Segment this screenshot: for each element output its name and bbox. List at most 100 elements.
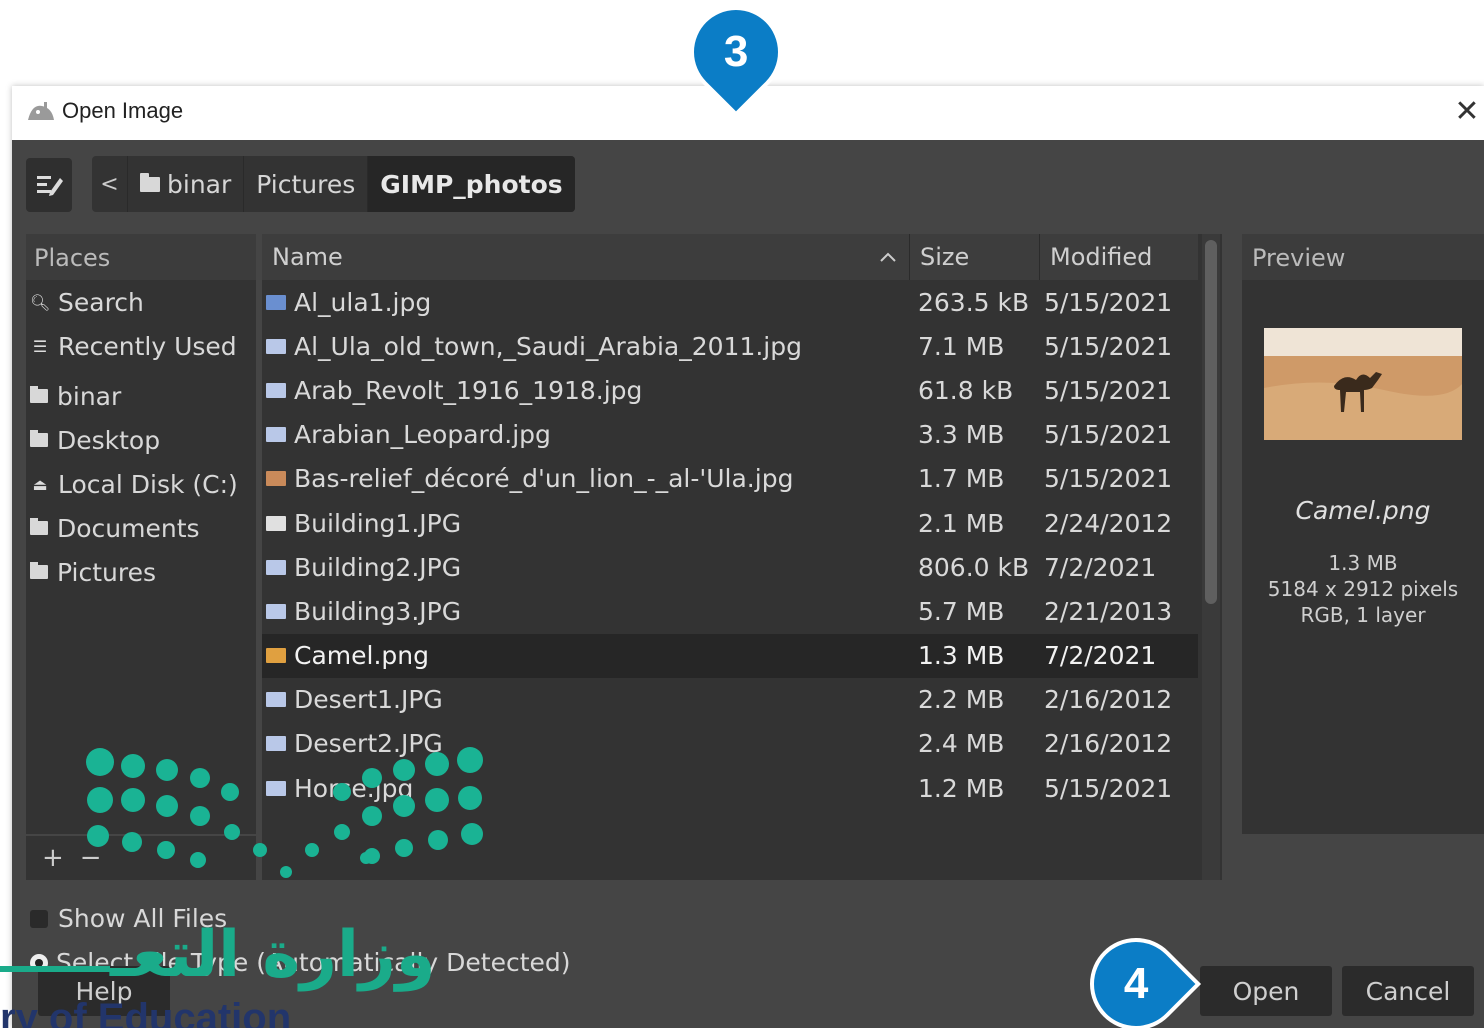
file-modified-cell: 7/2/2021 [1044,552,1157,582]
window-title: Open Image [62,98,184,123]
logo-dot [461,823,483,845]
logo-dot [87,787,113,813]
drive-icon: ⏏ [32,474,48,494]
file-row[interactable]: Al_Ula_old_town,_Saudi_Arabia_2011.jpg 7.… [262,324,1198,368]
logo-dot [86,748,114,776]
preview-panel: Preview Camel.png 1.3 MB 5184 x 2912 pix… [1242,234,1484,834]
image-file-icon [266,515,286,531]
file-size-cell: 61.8 kB [918,375,1014,405]
scrollbar[interactable] [1202,234,1220,880]
logo-dot [221,783,239,801]
edit-location-button[interactable] [26,158,72,212]
place-search[interactable]: 🔍︎ Search [26,280,256,324]
back-button[interactable]: < [92,156,128,212]
file-size-cell: 2.1 MB [918,508,1005,538]
file-size-cell: 2.2 MB [918,685,1005,715]
logo-dot [121,788,145,812]
breadcrumb-gimp-photos[interactable]: GIMP_photos [368,156,575,212]
place-binar[interactable]: binar [26,374,256,418]
file-name-cell: Arab_Revolt_1916_1918.jpg [262,376,910,405]
file-row[interactable]: Building3.JPG 5.7 MB 2/21/2013 [262,589,1198,633]
file-row[interactable]: Arabian_Leopard.jpg 3.3 MB 5/15/2021 [262,413,1198,457]
file-row[interactable]: Building2.JPG 806.0 kB 7/2/2021 [262,545,1198,589]
cancel-button[interactable]: Cancel [1342,966,1474,1016]
ministry-logo-english: ry of Education [0,996,292,1028]
place-recently-used[interactable]: ☰ Recently Used [26,324,256,368]
file-row[interactable]: Al_ula1.jpg 263.5 kB 5/15/2021 [262,280,1198,324]
file-modified-cell: 5/15/2021 [1044,464,1173,494]
ministry-logo-dots [86,747,483,878]
file-name-cell: Building3.JPG [262,597,910,626]
show-all-files-checkbox[interactable] [30,909,48,928]
logo-dot [393,759,415,781]
logo-dot [253,843,267,857]
image-file-icon [266,294,286,310]
breadcrumb: < binar Pictures GIMP_photos [92,156,575,212]
preview-header: Preview [1242,234,1484,280]
image-file-icon [266,471,286,487]
file-size-cell: 1.2 MB [918,773,1005,803]
file-row[interactable]: Building1.JPG 2.1 MB 2/24/2012 [262,501,1198,545]
logo-dot [305,843,319,857]
sort-ascending-icon [880,252,896,262]
logo-dot [190,806,210,826]
image-file-icon [266,559,286,575]
file-modified-cell: 2/24/2012 [1044,508,1173,538]
gimp-icon [28,102,54,120]
file-name-cell: Arabian_Leopard.jpg [262,420,910,449]
logo-dot [333,783,351,801]
column-name[interactable]: Name [262,234,910,280]
place-documents[interactable]: Documents [26,506,256,550]
preview-dimensions: 5184 x 2912 pixels [1267,577,1459,601]
search-icon: 🔍︎ [30,292,51,312]
file-modified-cell: 5/15/2021 [1044,375,1173,405]
image-file-icon [266,338,286,354]
file-row[interactable]: Bas-relief_décoré_d'un_lion_-_al-'Ula.jp… [262,457,1198,501]
file-modified-cell: 5/15/2021 [1044,331,1173,361]
folder-icon [30,430,48,447]
file-name-cell: Bas-relief_décoré_d'un_lion_-_al-'Ula.jp… [262,464,910,493]
breadcrumb-pictures[interactable]: Pictures [244,156,369,212]
image-file-icon [266,427,286,443]
file-size-cell: 5.7 MB [918,596,1005,626]
places-header: Places [26,234,256,280]
logo-dot [395,839,413,857]
logo-dot [87,825,109,847]
file-size-cell: 1.7 MB [918,464,1005,494]
place-local-disk[interactable]: ⏏ Local Disk (C:) [26,462,256,506]
image-file-icon [266,648,286,664]
file-modified-cell: 2/21/2013 [1044,596,1173,626]
column-size[interactable]: Size [910,234,1040,280]
logo-dot [425,752,449,776]
column-modified[interactable]: Modified [1040,234,1198,280]
file-row[interactable]: Camel.png 1.3 MB 7/2/2021 [262,633,1198,678]
logo-dot [224,824,240,840]
folder-icon [140,172,160,192]
file-modified-cell: 7/2/2021 [1044,641,1157,671]
close-icon[interactable]: ✕ [1450,92,1484,132]
breadcrumb-binar[interactable]: binar [128,156,245,212]
logo-dot [362,768,382,788]
file-size-cell: 263.5 kB [918,287,1030,317]
file-name-cell: Building1.JPG [262,509,910,538]
folder-icon [30,562,48,579]
logo-dot [156,795,178,817]
file-name-cell: Camel.png [262,641,910,670]
ministry-logo-line [0,966,110,972]
logo-dot [122,832,142,852]
logo-dot [156,759,178,781]
open-button[interactable]: Open [1200,966,1332,1016]
camel-image [1264,328,1462,440]
logo-dot [157,841,175,859]
place-pictures[interactable]: Pictures [26,550,256,594]
file-modified-cell: 5/15/2021 [1044,420,1173,450]
scrollbar-thumb[interactable] [1205,240,1217,604]
file-row[interactable]: Arab_Revolt_1916_1918.jpg 61.8 kB 5/15/202… [262,368,1198,412]
file-name-cell: Desert1.JPG [262,685,910,714]
file-size-cell: 3.3 MB [918,420,1005,450]
place-desktop[interactable]: Desktop [26,418,256,462]
file-row[interactable]: Desert1.JPG 2.2 MB 2/16/2012 [262,678,1198,722]
logo-dot [190,768,210,788]
logo-dot [362,806,382,826]
file-name-cell: Al_ula1.jpg [262,288,910,317]
